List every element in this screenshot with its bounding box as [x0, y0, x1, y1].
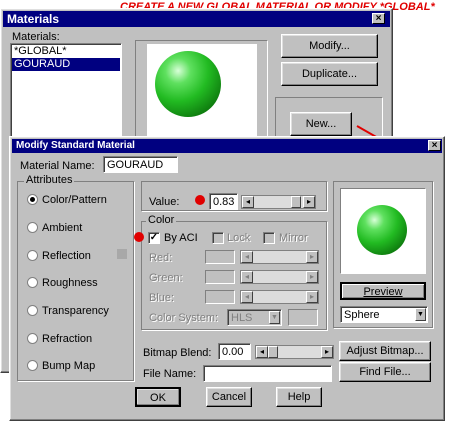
red-slider[interactable]: ◂ ▸ [240, 250, 319, 264]
mirror-checkbox[interactable] [263, 232, 275, 244]
adjust-bitmap-button[interactable]: Adjust Bitmap... [339, 341, 431, 361]
attribute-indicator [117, 249, 127, 259]
list-item[interactable]: *GLOBAL* [12, 45, 120, 58]
option-label: Roughness [42, 277, 98, 289]
cancel-button[interactable]: Cancel [206, 387, 252, 407]
material-name-label: Material Name: [20, 160, 95, 172]
preview-panel [340, 188, 426, 274]
red-swatch [205, 250, 235, 264]
attributes-label: Attributes [24, 174, 75, 186]
slider-right-icon[interactable]: ▸ [321, 346, 333, 358]
radio-bump-map[interactable] [27, 360, 38, 371]
option-label: Reflection [42, 250, 91, 262]
lock-checkbox[interactable] [212, 232, 224, 244]
materials-list[interactable]: *GLOBAL* GOURAUD [10, 43, 122, 139]
list-item[interactable]: GOURAUD [12, 58, 120, 71]
dialog-title-bar: Modify Standard Material [12, 139, 442, 153]
slider-right-icon[interactable]: ▸ [306, 271, 318, 283]
dialog-close-icon[interactable]: × [428, 140, 441, 151]
slider-left-icon[interactable]: ◂ [242, 196, 254, 208]
preview-shape-value: Sphere [344, 309, 380, 321]
file-name-input[interactable] [203, 365, 332, 382]
green-label: Green: [149, 272, 183, 284]
color-system-value: HLS [231, 312, 253, 324]
materials-preview [147, 44, 257, 138]
lock-label: Lock [227, 232, 251, 244]
radio-color-pattern[interactable] [27, 194, 38, 205]
materials-title-bar: Materials [3, 11, 390, 27]
slider-left-icon[interactable]: ◂ [241, 251, 253, 263]
option-label: Color/Pattern [42, 194, 107, 206]
slider-right-icon[interactable]: ▸ [306, 251, 318, 263]
radio-reflection[interactable] [27, 250, 38, 261]
color-system-swatch [288, 309, 318, 326]
mirror-label: Mirror [279, 232, 308, 244]
annotation-dot-aci [134, 232, 144, 242]
color-system-label: Color System: [149, 312, 219, 324]
materials-title: Materials [7, 12, 60, 26]
blue-swatch [205, 290, 235, 304]
option-label: Bump Map [42, 360, 96, 372]
preview-button[interactable]: Preview [340, 282, 426, 300]
radio-transparency[interactable] [27, 305, 38, 316]
slider-left-icon[interactable]: ◂ [241, 271, 253, 283]
slider-thumb[interactable] [291, 196, 301, 208]
dialog-title: Modify Standard Material [16, 140, 135, 151]
value-input[interactable]: 0.83 [209, 193, 238, 210]
chevron-down-icon[interactable]: ▼ [269, 311, 280, 324]
slider-left-icon[interactable]: ◂ [241, 291, 253, 303]
preview-shape-select[interactable]: Sphere ▼ [340, 306, 428, 323]
by-aci-label: By ACI [164, 232, 198, 244]
file-name-label: File Name: [143, 368, 197, 380]
option-label: Refraction [42, 333, 93, 345]
preview-sphere-icon [155, 51, 221, 117]
color-label: Color [146, 214, 177, 226]
find-file-button[interactable]: Find File... [339, 362, 431, 382]
value-label: Value: [149, 196, 180, 208]
option-label: Ambient [42, 222, 83, 234]
option-label: Transparency [42, 305, 109, 317]
blue-label: Blue: [149, 292, 175, 304]
slider-right-icon[interactable]: ▸ [306, 291, 318, 303]
value-slider[interactable]: ◂ ▸ [241, 195, 316, 209]
help-button[interactable]: Help [276, 387, 322, 407]
bitmap-blend-label: Bitmap Blend: [143, 347, 212, 359]
blue-slider[interactable]: ◂ ▸ [240, 290, 319, 304]
chevron-down-icon[interactable]: ▼ [415, 308, 426, 321]
dialog-sphere-icon [357, 205, 407, 255]
bitmap-blend-input[interactable]: 0.00 [218, 343, 251, 360]
annotation-dot-value [195, 195, 205, 205]
materials-list-label: Materials: [12, 31, 60, 43]
radio-roughness[interactable] [27, 277, 38, 288]
slider-right-icon[interactable]: ▸ [303, 196, 315, 208]
green-swatch [205, 270, 235, 284]
color-system-select[interactable]: HLS ▼ [227, 309, 282, 326]
materials-close-icon[interactable]: × [372, 13, 385, 24]
green-slider[interactable]: ◂ ▸ [240, 270, 319, 284]
red-label: Red: [149, 252, 173, 264]
slider-left-icon[interactable]: ◂ [256, 346, 268, 358]
modify-button[interactable]: Modify... [281, 34, 378, 58]
by-aci-checkbox[interactable]: ✓ [148, 232, 160, 244]
material-name-input[interactable]: GOURAUD [103, 156, 178, 173]
slider-thumb[interactable] [268, 346, 278, 358]
new-button[interactable]: New... [290, 112, 352, 136]
ok-button[interactable]: OK [135, 387, 181, 407]
duplicate-button[interactable]: Duplicate... [281, 62, 378, 86]
radio-ambient[interactable] [27, 222, 38, 233]
bitmap-blend-slider[interactable]: ◂ ▸ [255, 345, 334, 359]
radio-refraction[interactable] [27, 333, 38, 344]
